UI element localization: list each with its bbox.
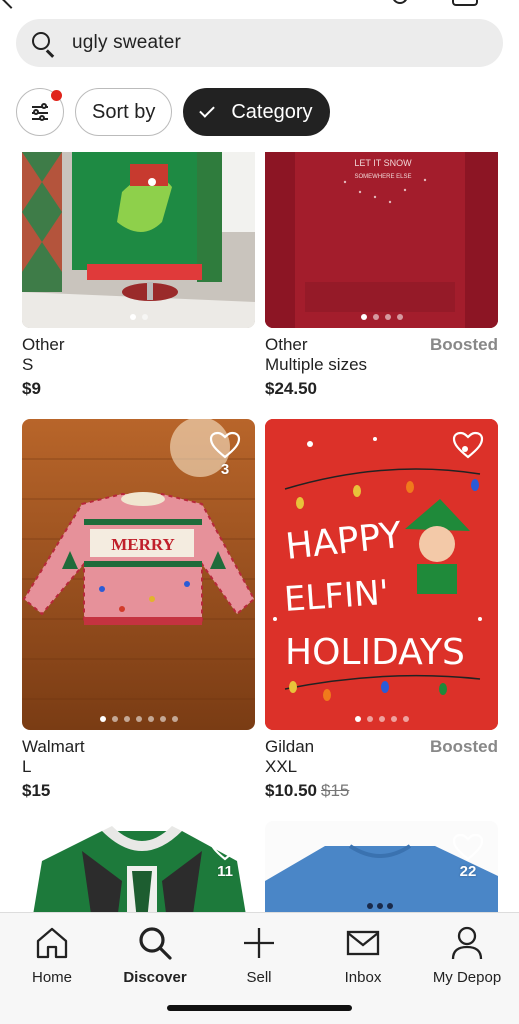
nav-inbox[interactable]: Inbox [313, 923, 413, 986]
nav-my-depop-label: My Depop [432, 969, 502, 986]
search-icon [30, 30, 56, 58]
nav-sell[interactable]: Sell [209, 923, 309, 986]
product-card[interactable]: Other S $9 [22, 152, 255, 400]
svg-text:ELFIN': ELFIN' [283, 573, 390, 620]
heart-icon [452, 431, 484, 459]
nav-my-depop[interactable]: My Depop [417, 923, 517, 986]
product-card[interactable]: 22 [265, 821, 498, 912]
category-chip[interactable]: Category [183, 88, 330, 136]
back-icon[interactable] [1, 0, 21, 9]
red-sweatshirt-image: LET IT SNOW SOMEWHERE ELSE [265, 152, 498, 328]
like-button[interactable]: 11 [207, 833, 243, 883]
svg-text:MERRY: MERRY [111, 535, 175, 554]
sort-by-label: Sort by [92, 100, 156, 123]
product-image[interactable] [22, 152, 255, 328]
nav-sell-label: Sell [246, 969, 272, 986]
product-brand: Walmart [22, 737, 85, 756]
original-price: $15 [321, 781, 350, 800]
product-price: $15 [22, 781, 51, 800]
product-size: S [22, 355, 34, 374]
heart-icon [209, 833, 241, 861]
svg-text:HOLIDAYS: HOLIDAYS [285, 632, 465, 673]
product-image[interactable]: MERRY 3 [22, 419, 255, 730]
product-price: $10.50 $15 [265, 781, 350, 800]
like-button[interactable] [450, 431, 486, 481]
green-dinosaur-sweater-image [22, 152, 255, 328]
like-button[interactable]: 3 [207, 431, 243, 481]
product-price: $24.50 [265, 379, 317, 398]
mail-icon [346, 930, 380, 956]
image-pager [22, 716, 255, 722]
product-image[interactable]: 11 [22, 821, 255, 912]
like-count: 11 [217, 863, 233, 880]
search-query: ugly sweater [72, 32, 182, 53]
heart-icon[interactable] [392, 0, 408, 4]
product-size: XXL [265, 757, 298, 776]
product-card[interactable]: 11 [22, 821, 255, 912]
boosted-label: Boosted [430, 335, 498, 354]
nav-discover-label: Discover [123, 969, 187, 986]
like-count: 22 [459, 863, 477, 880]
product-price: $9 [22, 379, 41, 398]
product-card[interactable]: MERRY 3 Walmart L $15 [22, 419, 255, 802]
plus-icon [244, 928, 274, 958]
nav-discover[interactable]: Discover [105, 923, 205, 986]
filter-button[interactable] [16, 88, 64, 136]
filter-active-dot [51, 90, 62, 101]
image-pager [22, 314, 255, 320]
heart-icon [209, 431, 241, 459]
boosted-label: Boosted [430, 737, 498, 756]
home-icon [36, 927, 68, 959]
product-size: Multiple sizes [265, 355, 368, 374]
product-image[interactable]: LET IT SNOW SOMEWHERE ELSE [265, 152, 498, 328]
product-grid: Other S $9 LET IT SNOW SOMEWHERE ELSE Ot… [0, 152, 519, 912]
search-icon [139, 927, 172, 960]
profile-icon [451, 926, 483, 960]
like-count: 3 [220, 461, 230, 478]
svg-text:LET IT SNOW: LET IT SNOW [354, 158, 412, 168]
image-pager [265, 716, 498, 722]
product-image[interactable]: HAPPY ELFIN' HOLIDAYS [265, 419, 498, 730]
image-pager [265, 314, 498, 320]
nav-inbox-label: Inbox [344, 969, 382, 986]
search-input[interactable]: ugly sweater [16, 19, 503, 67]
product-size: L [22, 757, 32, 776]
check-icon [199, 101, 216, 118]
home-indicator [167, 1005, 352, 1011]
product-image[interactable]: 22 [265, 821, 498, 912]
heart-icon [452, 833, 484, 861]
product-card[interactable]: HAPPY ELFIN' HOLIDAYS Gildan XXL $10.50 $… [265, 419, 498, 802]
nav-home[interactable]: Home [2, 923, 102, 986]
category-label: Category [231, 100, 313, 123]
sort-by-chip[interactable]: Sort by [75, 88, 173, 136]
product-card[interactable]: LET IT SNOW SOMEWHERE ELSE Other Multipl… [265, 152, 498, 400]
svg-text:SOMEWHERE ELSE: SOMEWHERE ELSE [354, 174, 411, 180]
product-brand: Other [22, 335, 65, 354]
filter-chips: Sort by Category [16, 88, 330, 136]
bag-icon[interactable] [452, 0, 478, 6]
nav-home-label: Home [31, 969, 72, 986]
like-button[interactable]: 22 [450, 833, 486, 883]
top-bar [0, 0, 519, 10]
